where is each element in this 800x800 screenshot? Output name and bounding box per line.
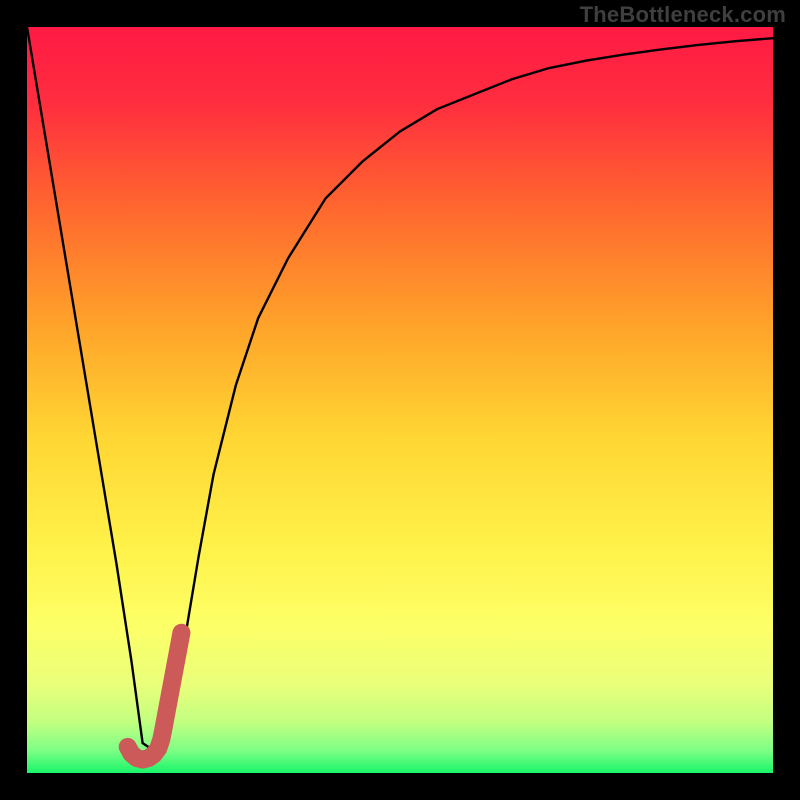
plot-area bbox=[27, 27, 773, 773]
chart-frame: TheBottleneck.com bbox=[0, 0, 800, 800]
gradient-background bbox=[27, 27, 773, 773]
chart-svg bbox=[27, 27, 773, 773]
watermark-text: TheBottleneck.com bbox=[580, 2, 786, 28]
